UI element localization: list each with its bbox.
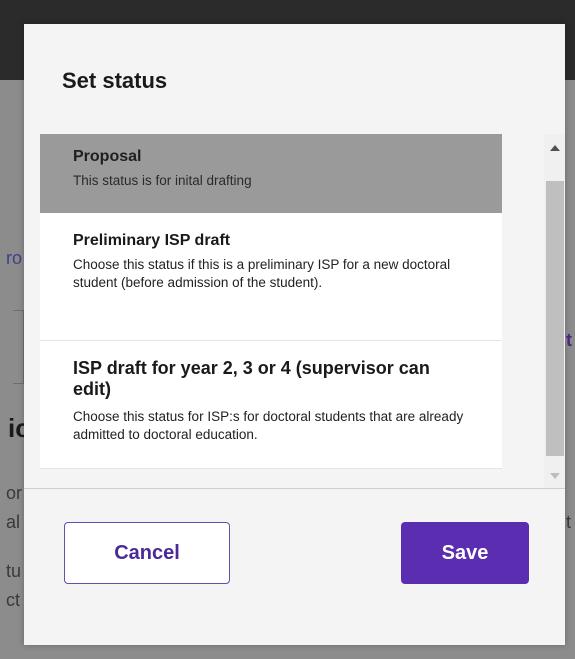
scroll-down-button[interactable] <box>544 464 565 488</box>
footer-divider <box>24 488 565 489</box>
set-status-dialog: Set status Proposal This status is for i… <box>24 24 565 645</box>
save-button[interactable]: Save <box>401 522 529 584</box>
option-title: ISP draft for year 2, 3 or 4 (supervisor… <box>73 358 430 399</box>
option-title: Proposal <box>73 148 142 165</box>
status-option-proposal[interactable]: Proposal This status is for inital draft… <box>40 134 502 213</box>
option-description: Choose this status for ISP:s for doctora… <box>73 409 464 442</box>
background-box <box>13 310 24 384</box>
option-list-scrollbar[interactable] <box>544 134 565 488</box>
dialog-title: Set status <box>62 68 168 93</box>
triangle-down-icon <box>549 473 560 479</box>
cancel-button[interactable]: Cancel <box>64 522 230 584</box>
background-text: ct <box>6 590 21 610</box>
status-option-list: Proposal This status is for inital draft… <box>40 134 560 488</box>
background-text: t <box>566 512 572 532</box>
option-description: This status is for inital drafting <box>73 173 252 188</box>
option-description: Choose this status if this is a prelimin… <box>73 257 451 290</box>
scroll-up-button[interactable] <box>544 134 565 162</box>
background-text: ro <box>6 248 23 268</box>
background-text: tu <box>6 561 22 581</box>
status-option-preliminary-isp-draft[interactable]: Preliminary ISP draft Choose this status… <box>40 213 502 341</box>
triangle-up-icon <box>549 145 560 151</box>
background-text: al <box>6 512 21 532</box>
background-text: or <box>6 483 23 503</box>
scrollbar-thumb[interactable] <box>546 181 564 456</box>
option-title: Preliminary ISP draft <box>73 232 231 249</box>
status-option-isp-draft-year-2-3-4[interactable]: ISP draft for year 2, 3 or 4 (supervisor… <box>40 341 502 469</box>
background-text: t <box>566 330 572 350</box>
